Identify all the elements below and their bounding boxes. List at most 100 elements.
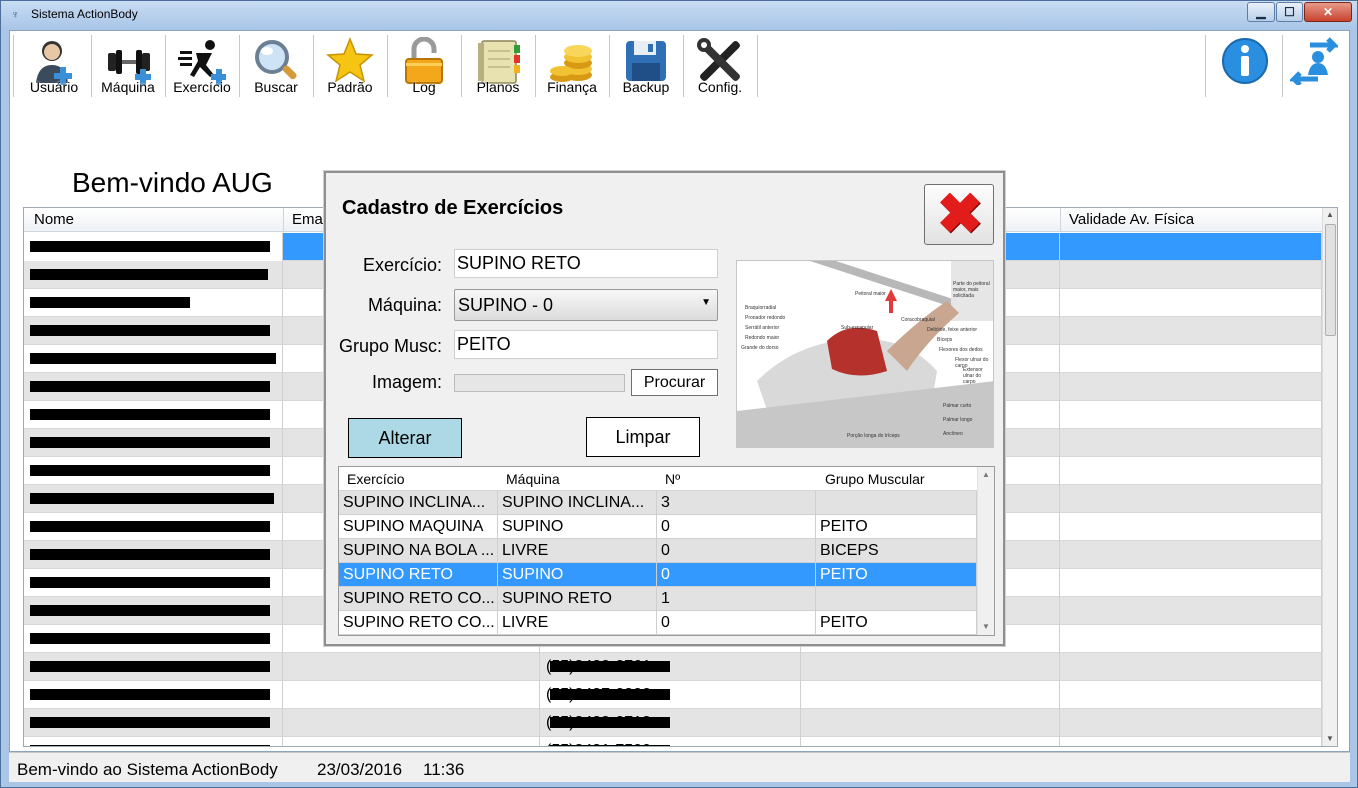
toolbar-button-planos[interactable]: Planos — [462, 35, 534, 97]
toolbar-button-usuario[interactable]: Usuário — [18, 35, 90, 97]
padlock-icon — [400, 36, 448, 85]
toolbar-button-buscar[interactable]: Buscar — [240, 35, 312, 97]
switch-user-icon — [1287, 37, 1341, 87]
close-window-button[interactable]: ✕ — [1304, 2, 1352, 22]
table-row[interactable]: SUPINO RETO CO... SUPINO RETO 1 — [339, 587, 977, 611]
switch-user-button[interactable] — [1278, 35, 1350, 97]
table-cell — [1060, 289, 1322, 317]
toolbar-button-padrao[interactable]: Padrão — [314, 35, 386, 97]
exercise-table[interactable]: Exercício Máquina Nº Grupo Muscular SUPI… — [338, 466, 995, 636]
table-cell — [1060, 401, 1322, 429]
grid-vertical-scrollbar[interactable]: ▲ ▼ — [1322, 208, 1337, 746]
table-row[interactable]: (55)3431-7500 — [24, 737, 1322, 746]
table-cell — [1060, 681, 1322, 709]
table-cell: LIVRE — [498, 539, 657, 563]
toolbar-label: Padrão — [327, 79, 373, 95]
status-time: 11:36 — [423, 760, 465, 779]
main-window: ♆ Sistema ActionBody ▁ ☐ ✕ Usuário Máqui… — [0, 0, 1358, 788]
column-header-maquina[interactable]: Máquina — [506, 471, 560, 487]
image-label: Ancôneo — [943, 431, 963, 437]
dialog-close-button[interactable]: ✖ — [924, 184, 994, 245]
chevron-down-icon: ▼ — [701, 297, 711, 308]
toolbar-button-maquina[interactable]: Máquina — [92, 35, 164, 97]
column-header-email[interactable]: Ema — [292, 211, 323, 228]
toolbar-label: Planos — [476, 79, 520, 95]
table-row[interactable]: SUPINO RETO CO... LIVRE 0 PEITO — [339, 611, 977, 635]
limpar-button[interactable]: Limpar — [586, 417, 700, 457]
scroll-up-arrow-icon[interactable]: ▲ — [982, 470, 990, 479]
imagem-label: Imagem: — [371, 372, 442, 392]
procurar-button[interactable]: Procurar — [631, 369, 718, 396]
redacted-name — [30, 521, 270, 532]
table-cell — [1060, 597, 1322, 625]
table-cell: SUPINO RETO — [498, 587, 657, 611]
title-bar[interactable]: ♆ Sistema ActionBody ▁ ☐ ✕ — [1, 1, 1357, 29]
exercise-table-scrollbar[interactable]: ▲ ▼ — [977, 467, 994, 635]
table-cell: SUPINO RETO — [339, 563, 498, 587]
image-label: Palmar curto — [943, 403, 972, 409]
minimize-button[interactable]: ▁ — [1247, 2, 1275, 22]
table-cell: SUPINO INCLINA... — [498, 491, 657, 515]
table-cell — [816, 491, 977, 515]
toolbar-button-financa[interactable]: Finança — [536, 35, 608, 97]
column-header-grupo[interactable]: Grupo Muscular — [825, 471, 925, 487]
table-row[interactable]: (55)3433-0713 — [24, 709, 1322, 737]
column-divider — [283, 208, 284, 232]
wrench-screwdriver-icon — [696, 37, 744, 85]
info-button[interactable] — [1209, 35, 1281, 97]
toolbar-label: Usuário — [29, 79, 79, 95]
table-cell — [801, 709, 1060, 737]
status-bar: Bem-vindo ao Sistema ActionBody 23/03/20… — [9, 752, 1350, 782]
status-date: 23/03/2016 — [317, 760, 403, 779]
table-row[interactable]: SUPINO MAQUINA SUPINO 0 PEITO — [339, 515, 977, 539]
scroll-up-arrow-icon[interactable]: ▲ — [1326, 210, 1334, 219]
redacted-name — [30, 689, 270, 700]
redacted-name — [30, 325, 270, 336]
image-label: Peitoral maior — [855, 291, 886, 297]
table-cell: SUPINO RETO CO... — [339, 587, 498, 611]
table-cell: 0 — [657, 515, 816, 539]
table-row[interactable]: SUPINO RETO SUPINO 0 PEITO — [339, 563, 977, 587]
table-cell: SUPINO — [498, 563, 657, 587]
table-cell — [1060, 737, 1322, 746]
column-header-numero[interactable]: Nº — [665, 471, 680, 487]
scroll-down-arrow-icon[interactable]: ▼ — [982, 622, 990, 631]
exercicio-input[interactable]: SUPINO RETO — [454, 249, 718, 278]
column-header-nome[interactable]: Nome — [34, 211, 74, 228]
table-cell: SUPINO INCLINA... — [339, 491, 498, 515]
maquina-select[interactable]: SUPINO - 0 ▼ — [454, 289, 718, 321]
table-cell: SUPINO MAQUINA — [339, 515, 498, 539]
table-cell: SUPINO RETO CO... — [339, 611, 498, 635]
toolbar-button-log[interactable]: Log — [388, 35, 460, 97]
alterar-button[interactable]: Alterar — [348, 418, 462, 458]
table-cell — [801, 681, 1060, 709]
toolbar-label: Log — [412, 79, 436, 95]
image-label: Sub-escapular — [841, 325, 874, 331]
scroll-thumb[interactable] — [1325, 224, 1336, 336]
table-cell: PEITO — [816, 515, 977, 539]
table-row[interactable]: SUPINO INCLINA... SUPINO INCLINA... 3 — [339, 491, 977, 515]
star-icon — [326, 36, 374, 85]
table-row[interactable]: (55)3430-0761 — [24, 653, 1322, 681]
table-row[interactable]: SUPINO NA BOLA ... LIVRE 0 BICEPS — [339, 539, 977, 563]
image-label: Grande do dorso — [741, 345, 779, 351]
table-cell: SUPINO — [498, 515, 657, 539]
toolbar-button-backup[interactable]: Backup — [610, 35, 682, 97]
redacted-phone — [550, 689, 670, 700]
table-row[interactable]: (55)3437-0302 — [24, 681, 1322, 709]
table-cell — [1060, 513, 1322, 541]
runner-icon — [178, 37, 227, 85]
redacted-name — [30, 269, 268, 280]
column-header-exercicio[interactable]: Exercício — [347, 471, 405, 487]
toolbar-button-exercicio[interactable]: Exercício — [166, 35, 238, 97]
toolbar-label: Config. — [697, 79, 743, 95]
scroll-down-arrow-icon[interactable]: ▼ — [1326, 734, 1334, 743]
grupo-input[interactable]: PEITO — [454, 330, 718, 359]
toolbar-label: Exercício — [173, 79, 231, 95]
redacted-name — [30, 465, 270, 476]
toolbar-button-config[interactable]: Config. — [684, 35, 756, 97]
redacted-name — [30, 381, 270, 392]
table-cell — [1060, 233, 1322, 261]
maximize-button[interactable]: ☐ — [1276, 2, 1303, 22]
column-header-validade[interactable]: Validade Av. Física — [1069, 211, 1194, 228]
